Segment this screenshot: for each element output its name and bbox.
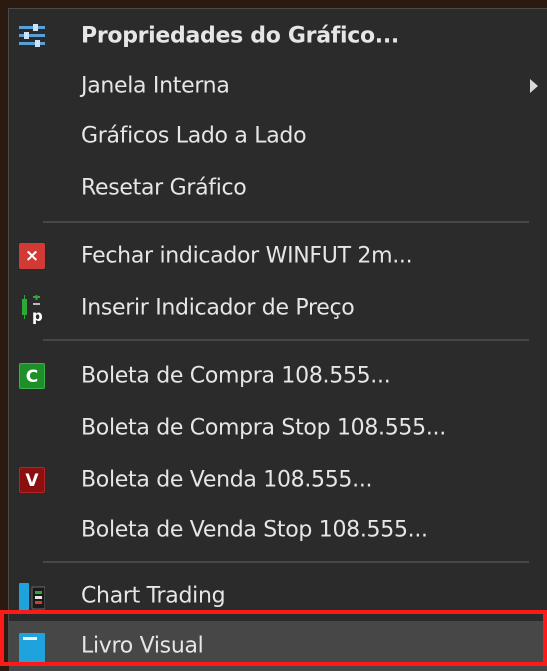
menu-item-label: Boleta de Compra Stop 108.555...: [81, 415, 446, 441]
menu-separator: [43, 561, 529, 563]
menu-item-label: Resetar Gráfico: [81, 175, 247, 201]
menu-item-internal-window[interactable]: Janela Interna: [9, 61, 547, 111]
menu-item-label: Fechar indicador WINFUT 2m...: [81, 243, 413, 269]
menu-item-label: Chart Trading: [81, 583, 226, 609]
context-menu: Propriedades do Gráfico... Janela Intern…: [8, 8, 547, 671]
menu-item-label: Propriedades do Gráfico...: [81, 23, 399, 49]
menu-item-label: Boleta de Venda Stop 108.555...: [81, 517, 428, 543]
menu-item-visual-book[interactable]: Livro Visual: [9, 621, 547, 671]
menu-item-sell-ticket[interactable]: V Boleta de Venda 108.555...: [9, 455, 547, 505]
menu-item-chart-properties[interactable]: Propriedades do Gráfico...: [9, 11, 547, 61]
menu-item-label: Livro Visual: [81, 633, 204, 659]
menu-item-chart-trading[interactable]: Chart Trading: [9, 571, 547, 621]
close-icon: ×: [19, 243, 45, 269]
menu-item-sell-stop-ticket[interactable]: Boleta de Venda Stop 108.555...: [9, 505, 547, 555]
menu-item-reset-chart[interactable]: Resetar Gráfico: [9, 163, 547, 213]
submenu-arrow-icon: [530, 79, 538, 93]
menu-item-buy-stop-ticket[interactable]: Boleta de Compra Stop 108.555...: [9, 403, 547, 453]
menu-item-label: Gráficos Lado a Lado: [81, 123, 307, 149]
price-indicator-letter: p: [32, 307, 43, 325]
chart-trading-icon: [19, 583, 46, 613]
menu-separator: [43, 339, 529, 341]
menu-item-label: Boleta de Venda 108.555...: [81, 467, 373, 493]
menu-item-insert-price-indicator[interactable]: p Inserir Indicador de Preço: [9, 283, 547, 333]
menu-item-side-by-side-charts[interactable]: Gráficos Lado a Lado: [9, 111, 547, 161]
price-indicator-icon: p: [19, 294, 45, 325]
sell-ticket-icon: V: [19, 467, 45, 493]
menu-item-buy-ticket[interactable]: C Boleta de Compra 108.555...: [9, 351, 547, 401]
menu-item-label: Boleta de Compra 108.555...: [81, 363, 391, 389]
menu-item-label: Inserir Indicador de Preço: [81, 295, 355, 321]
sliders-icon: [19, 23, 45, 49]
buy-ticket-icon: C: [19, 363, 45, 389]
menu-item-label: Janela Interna: [81, 73, 230, 99]
visual-book-icon: [19, 633, 45, 663]
menu-item-close-indicator[interactable]: × Fechar indicador WINFUT 2m...: [9, 231, 547, 281]
menu-separator: [43, 221, 529, 223]
